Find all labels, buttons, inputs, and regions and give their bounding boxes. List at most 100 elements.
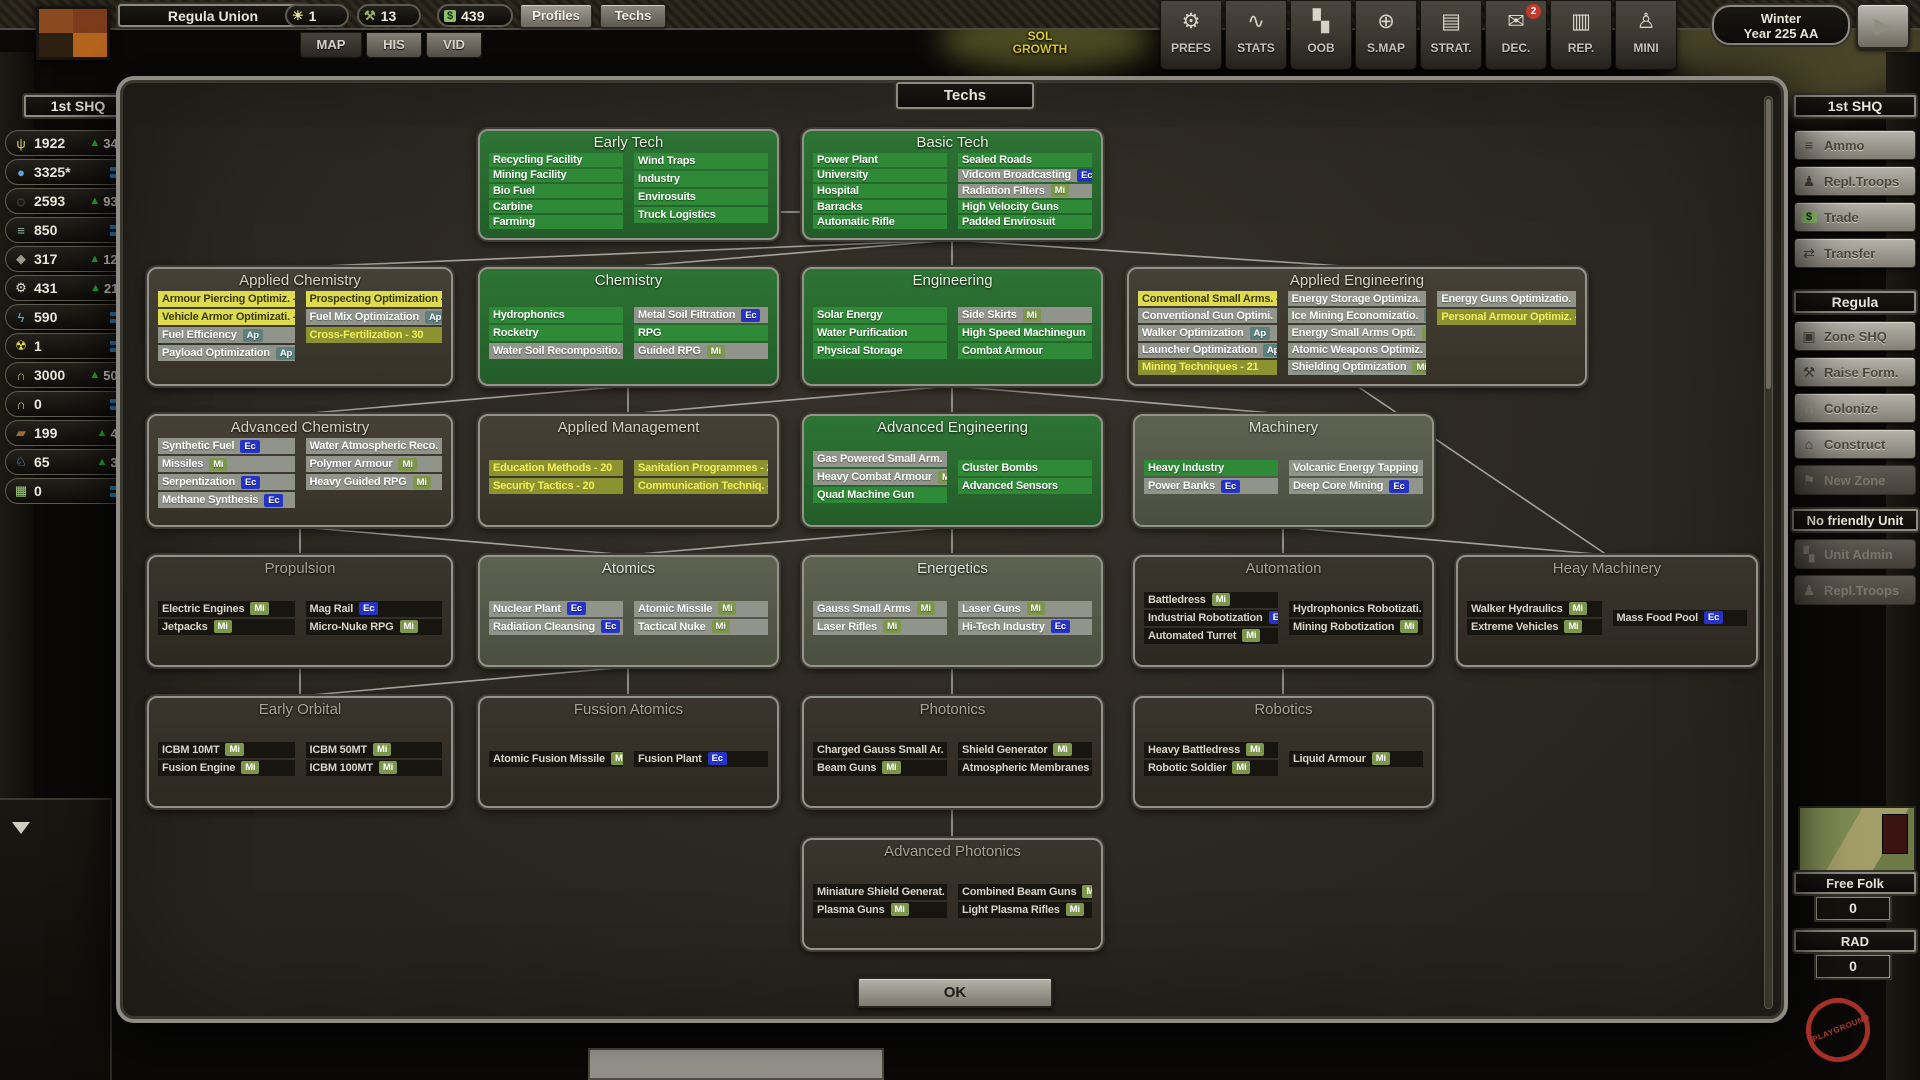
toolbar-button-rep[interactable]: ▥REP.	[1550, 0, 1612, 70]
tech-item[interactable]: Vehicle Armor Optimizati. - 20	[158, 309, 295, 325]
sidebar-button-raise-form-[interactable]: ⚒Raise Form.	[1794, 357, 1916, 387]
sidebar-button-ammo[interactable]: ≡Ammo	[1794, 130, 1916, 160]
tech-item[interactable]: Barracks	[813, 200, 947, 214]
tech-item[interactable]: Hydrophonics	[489, 307, 623, 323]
tech-item[interactable]: High Velocity Guns	[958, 200, 1092, 214]
tech-item[interactable]: Walker OptimizationAp	[1138, 325, 1277, 340]
tech-item[interactable]: Charged Gauss Small Ar.Mi	[813, 742, 947, 758]
tech-item[interactable]: Vidcom BroadcastingEc	[958, 169, 1092, 183]
tech-item[interactable]: Solar Energy	[813, 307, 947, 323]
tech-item[interactable]: Physical Storage	[813, 343, 947, 359]
tech-item[interactable]: Methane SynthesisEc	[158, 492, 295, 508]
sidebar-button-trade[interactable]: $Trade	[1794, 202, 1916, 232]
tech-item[interactable]: Fuel Mix OptimizationAp	[306, 309, 443, 325]
tech-item[interactable]: Shield GeneratorMi	[958, 742, 1092, 758]
tech-item[interactable]: SerpentizationEc	[158, 474, 295, 490]
tech-item[interactable]: Extreme VehiclesMi	[1467, 619, 1602, 635]
tech-item[interactable]: Sealed Roads	[958, 153, 1092, 167]
dialog-scrollbar[interactable]	[1764, 96, 1773, 1009]
toolbar-button-smap[interactable]: ⊕S.MAP	[1355, 0, 1417, 70]
tech-item[interactable]: Envirosuits	[634, 189, 768, 205]
tech-item[interactable]: Industrial RobotizationEc	[1144, 610, 1278, 626]
tech-item[interactable]: Personal Armour Optimiz. - 21	[1437, 309, 1576, 325]
tech-item[interactable]: Beam GunsMi	[813, 760, 947, 776]
collapse-triangle-icon[interactable]	[12, 822, 30, 834]
tech-item[interactable]: Laser RiflesMi	[813, 619, 947, 635]
view-button-map[interactable]: MAP	[300, 32, 362, 58]
tech-item[interactable]: Power BanksEc	[1144, 478, 1278, 494]
toolbar-button-prefs[interactable]: ⚙PREFS	[1160, 0, 1222, 70]
tech-item[interactable]: Payload OptimizationAp	[158, 345, 295, 361]
tech-item[interactable]: Carbine	[489, 200, 623, 214]
tech-item[interactable]: Sanitation Programmes - 20	[634, 460, 768, 476]
tech-item[interactable]: Mining RobotizationMi	[1289, 619, 1423, 635]
tech-item[interactable]: Light Plasma RiflesMi	[958, 902, 1092, 918]
tech-item[interactable]: Radiation FiltersMi	[958, 184, 1092, 198]
tech-item[interactable]: Armour Piercing Optimiz. - 20	[158, 291, 295, 307]
tech-item[interactable]: Hydrophonics Robotizati.Ec	[1289, 601, 1423, 617]
tech-item[interactable]: ICBM 100MTMi	[306, 760, 443, 776]
tech-item[interactable]: RPG	[634, 325, 768, 341]
tech-item[interactable]: Padded Envirosuit	[958, 215, 1092, 229]
tech-item[interactable]: Radiation CleansingEc	[489, 619, 623, 635]
tech-item[interactable]: High Speed Machinegun	[958, 325, 1092, 341]
tech-item[interactable]: Walker HydraulicsMi	[1467, 601, 1602, 617]
tech-item[interactable]: Conventional Gun Optimi.Ap	[1138, 308, 1277, 323]
tech-item[interactable]: Power Plant	[813, 153, 947, 167]
tech-item[interactable]: Bio Fuel	[489, 184, 623, 198]
tech-item[interactable]: Plasma GunsMi	[813, 902, 947, 918]
tech-item[interactable]: Rocketry	[489, 325, 623, 341]
tech-item[interactable]: Heavy Combat ArmourMi	[813, 469, 947, 485]
sidebar-button-colonize[interactable]: ∩Colonize	[1794, 393, 1916, 423]
tech-item[interactable]: Robotic SoldierMi	[1144, 760, 1278, 776]
tech-item[interactable]: Mining Techniques - 21	[1138, 360, 1277, 375]
tech-item[interactable]: Heavy Industry	[1144, 460, 1278, 476]
tech-item[interactable]: Gauss Small ArmsMi	[813, 601, 947, 617]
tech-item[interactable]: Communication Techniq. - 20	[634, 478, 768, 494]
tech-item[interactable]: Prospecting Optimization - 30	[306, 291, 443, 307]
tech-item[interactable]: Energy Guns Optimizatio.Mi	[1437, 291, 1576, 307]
tech-item[interactable]: Tactical NukeMi	[634, 619, 768, 635]
tech-item[interactable]: Hi-Tech IndustryEc	[958, 619, 1092, 635]
sidebar-button-construct[interactable]: ⌂Construct	[1794, 429, 1916, 459]
tech-item[interactable]: Fusion PlantEc	[634, 751, 768, 767]
tech-item[interactable]: Hospital	[813, 184, 947, 198]
tech-item[interactable]: Automatic Rifle	[813, 215, 947, 229]
tech-item[interactable]: Quad Machine Gun	[813, 487, 947, 503]
tab-profiles[interactable]: Profiles	[520, 4, 592, 28]
tech-item[interactable]: Cluster Bombs	[958, 460, 1092, 476]
toolbar-button-oob[interactable]: ▚OOB	[1290, 0, 1352, 70]
toolbar-button-stats[interactable]: ∿STATS	[1225, 0, 1287, 70]
tech-item[interactable]: Water Soil Recompositio.Ec	[489, 343, 623, 359]
view-button-his[interactable]: HIS	[366, 32, 422, 58]
tech-item[interactable]: Synthetic FuelEc	[158, 438, 295, 454]
toolbar-button-dec[interactable]: ✉DEC.2	[1485, 0, 1547, 70]
tech-item[interactable]: Deep Core MiningEc	[1289, 478, 1423, 494]
tech-item[interactable]: Metal Soil FiltrationEc	[634, 307, 768, 323]
tech-item[interactable]: MissilesMi	[158, 456, 295, 472]
tech-item[interactable]: ICBM 10MTMi	[158, 742, 295, 758]
tech-item[interactable]: JetpacksMi	[158, 619, 295, 635]
tech-item[interactable]: Fuel EfficiencyAp	[158, 327, 295, 343]
scrollbar-thumb[interactable]	[1766, 99, 1771, 389]
tech-item[interactable]: Miniature Shield Generat.Mi	[813, 884, 947, 900]
tech-item[interactable]: Heavy Guided RPGMi	[306, 474, 443, 490]
tech-item[interactable]: Side SkirtsMi	[958, 307, 1092, 323]
sidebar-button-transfer[interactable]: ⇄Transfer	[1794, 238, 1916, 268]
tech-item[interactable]: Shielding OptimizationMi	[1288, 360, 1427, 375]
tab-techs[interactable]: Techs	[600, 4, 666, 28]
tech-item[interactable]: Micro-Nuke RPGMi	[306, 619, 443, 635]
tech-item[interactable]: Ice Mining Economizatio.Ap	[1288, 308, 1427, 323]
tech-item[interactable]: ICBM 50MTMi	[306, 742, 443, 758]
terrain-thumbnail[interactable]	[1798, 806, 1916, 882]
tech-item[interactable]: Heavy BattledressMi	[1144, 742, 1278, 758]
toolbar-button-mini[interactable]: ♙MINI	[1615, 0, 1677, 70]
tech-item[interactable]: Energy Small Arms Opti.Mi	[1288, 325, 1427, 340]
tech-item[interactable]: Polymer ArmourMi	[306, 456, 443, 472]
tech-item[interactable]: Truck Logistics	[634, 207, 768, 223]
tech-item[interactable]: Atomic Weapons Optimiz.Mi	[1288, 343, 1427, 358]
tech-item[interactable]: Water Atmospheric Reco.Ec	[306, 438, 443, 454]
tech-item[interactable]: Liquid ArmourMi	[1289, 751, 1423, 767]
tech-item[interactable]: Launcher OptimizationAp	[1138, 343, 1277, 358]
tech-item[interactable]: Recycling Facility	[489, 153, 623, 167]
